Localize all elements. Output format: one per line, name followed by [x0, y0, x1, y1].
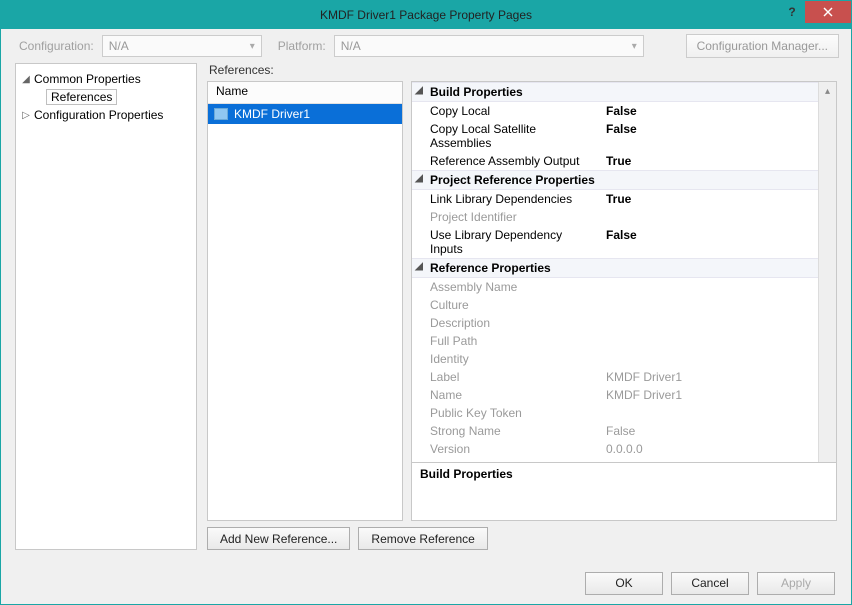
grid-value — [602, 278, 818, 296]
titlebar[interactable]: KMDF Driver1 Package Property Pages ? — [1, 1, 851, 29]
platform-value: N/A — [341, 39, 361, 53]
grid-row[interactable]: Version0.0.0.0 — [412, 440, 818, 458]
grid-value: True — [602, 190, 818, 208]
ok-button[interactable]: OK — [585, 572, 663, 595]
tree-item-configuration-properties[interactable]: ▷ Configuration Properties — [20, 106, 192, 124]
grid-value — [602, 404, 818, 422]
property-pages-dialog: KMDF Driver1 Package Property Pages ? Co… — [0, 0, 852, 605]
grid-value — [602, 314, 818, 332]
references-caption: References: — [207, 63, 837, 81]
grid-value — [602, 296, 818, 314]
remove-reference-button[interactable]: Remove Reference — [358, 527, 487, 550]
configuration-combo[interactable]: N/A ▾ — [102, 35, 262, 57]
list-item-selected[interactable]: KMDF Driver1 — [208, 104, 402, 124]
grid-row[interactable]: Copy Local Satellite AssembliesFalse — [412, 120, 818, 152]
grid-key: Label — [426, 368, 602, 386]
add-new-reference-button[interactable]: Add New Reference... — [207, 527, 350, 550]
grid-key: Culture — [426, 296, 602, 314]
grid-key: Copy Local Satellite Assemblies — [426, 120, 602, 152]
config-toolbar: Configuration: N/A ▾ Platform: N/A ▾ Con… — [1, 29, 851, 63]
configuration-value: N/A — [109, 39, 129, 53]
grid-row[interactable]: NameKMDF Driver1 — [412, 386, 818, 404]
property-grid[interactable]: ◢Build PropertiesCopy LocalFalseCopy Loc… — [412, 82, 818, 462]
chevron-down-icon: ▾ — [632, 41, 637, 52]
grid-section-header[interactable]: ◢Build Properties — [412, 82, 818, 102]
grid-row[interactable]: Link Library DependenciesTrue — [412, 190, 818, 208]
description-title: Build Properties — [420, 467, 828, 481]
grid-row[interactable]: Identity — [412, 350, 818, 368]
grid-row[interactable]: Strong NameFalse — [412, 422, 818, 440]
grid-row[interactable]: Assembly Name — [412, 278, 818, 296]
dialog-footer: OK Cancel Apply — [1, 562, 851, 604]
grid-key: Use Library Dependency Inputs — [426, 226, 602, 258]
scroll-up-icon[interactable]: ▴ — [819, 82, 836, 100]
grid-value — [602, 332, 818, 350]
grid-key: Description — [426, 314, 602, 332]
grid-key: Strong Name — [426, 422, 602, 440]
grid-key: Link Library Dependencies — [426, 190, 602, 208]
grid-key: Assembly Name — [426, 278, 602, 296]
grid-row[interactable]: LabelKMDF Driver1 — [412, 368, 818, 386]
platform-combo[interactable]: N/A ▾ — [334, 35, 644, 57]
references-list[interactable]: Name KMDF Driver1 — [207, 81, 403, 521]
grid-key: Full Path — [426, 332, 602, 350]
grid-row[interactable]: Use Library Dependency InputsFalse — [412, 226, 818, 258]
description-pane: Build Properties — [411, 463, 837, 521]
grid-row[interactable]: Description — [412, 314, 818, 332]
tree-item-references[interactable]: References — [46, 88, 192, 106]
grid-row[interactable]: Public Key Token — [412, 404, 818, 422]
window-title: KMDF Driver1 Package Property Pages — [320, 8, 532, 22]
collapse-icon[interactable]: ◢ — [412, 259, 426, 277]
grid-key: Name — [426, 386, 602, 404]
collapse-icon[interactable]: ◢ — [412, 83, 426, 101]
close-icon — [823, 7, 833, 17]
grid-value — [602, 208, 818, 226]
category-tree[interactable]: ◢ Common Properties References ▷ Configu… — [15, 63, 197, 550]
expand-icon[interactable]: ▷ — [20, 110, 32, 121]
platform-label: Platform: — [278, 39, 326, 53]
grid-key: Version — [426, 440, 602, 458]
collapse-icon[interactable]: ◢ — [20, 74, 32, 85]
help-button[interactable]: ? — [779, 1, 805, 23]
chevron-down-icon: ▾ — [250, 41, 255, 52]
grid-value: KMDF Driver1 — [602, 386, 818, 404]
window-controls: ? — [779, 1, 851, 23]
close-button[interactable] — [805, 1, 851, 23]
tree-item-common-properties[interactable]: ◢ Common Properties — [20, 70, 192, 88]
grid-section-header[interactable]: ◢Reference Properties — [412, 258, 818, 278]
apply-button[interactable]: Apply — [757, 572, 835, 595]
grid-value: KMDF Driver1 — [602, 368, 818, 386]
grid-value — [602, 350, 818, 368]
configuration-manager-button[interactable]: Configuration Manager... — [686, 34, 839, 58]
grid-value: True — [602, 152, 818, 170]
grid-key: Project Identifier — [426, 208, 602, 226]
grid-value: False — [602, 422, 818, 440]
project-icon — [214, 108, 228, 120]
grid-row[interactable]: Full Path — [412, 332, 818, 350]
grid-key: Copy Local — [426, 102, 602, 120]
configuration-label: Configuration: — [19, 39, 94, 53]
grid-row[interactable]: Project Identifier — [412, 208, 818, 226]
list-header-name[interactable]: Name — [208, 82, 402, 104]
scrollbar-vertical[interactable]: ▴ — [818, 82, 836, 462]
grid-value: False — [602, 120, 818, 152]
collapse-icon[interactable]: ◢ — [412, 171, 426, 189]
grid-row[interactable]: Copy LocalFalse — [412, 102, 818, 120]
grid-key: Reference Assembly Output — [426, 152, 602, 170]
list-item-label: KMDF Driver1 — [234, 107, 310, 121]
grid-key: Public Key Token — [426, 404, 602, 422]
grid-value: False — [602, 226, 818, 258]
grid-key: Identity — [426, 350, 602, 368]
grid-value: 0.0.0.0 — [602, 440, 818, 458]
grid-section-header[interactable]: ◢Project Reference Properties — [412, 170, 818, 190]
grid-row[interactable]: Culture — [412, 296, 818, 314]
cancel-button[interactable]: Cancel — [671, 572, 749, 595]
grid-row[interactable]: Reference Assembly OutputTrue — [412, 152, 818, 170]
grid-value: False — [602, 102, 818, 120]
